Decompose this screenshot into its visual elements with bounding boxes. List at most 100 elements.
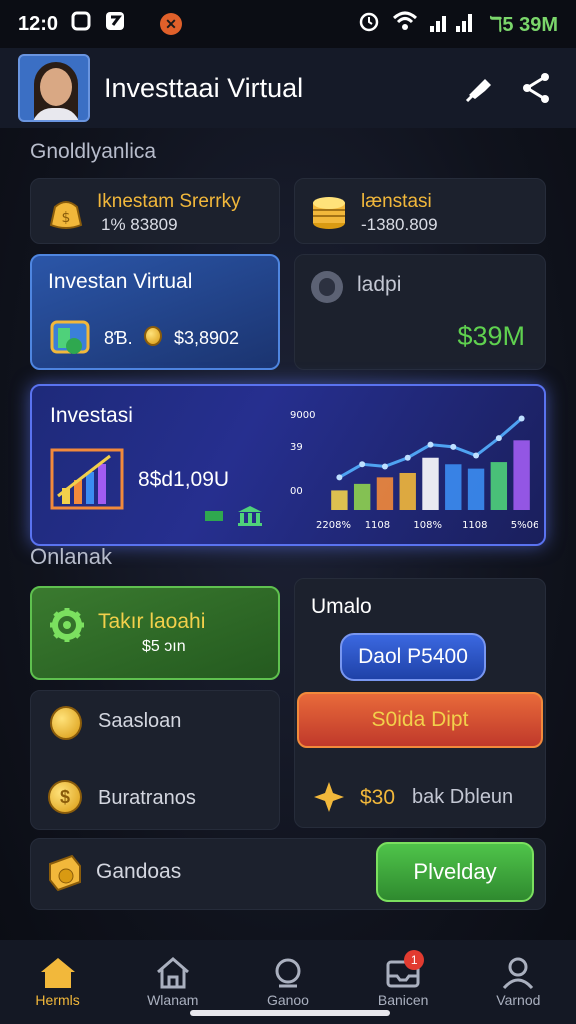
alarm-icon [358, 10, 380, 38]
nav-label: Hermls [35, 992, 80, 1008]
nav-item-ganoo[interactable]: Ganoo [243, 954, 333, 1008]
house-icon [153, 954, 193, 992]
chart-bar [467, 468, 485, 510]
page-title: Investtaai Virtual [104, 72, 304, 103]
nav-item-varnod[interactable]: Varnod [473, 954, 563, 1008]
coin-stack-icon [311, 193, 347, 231]
chart-bar [513, 440, 530, 510]
card-takir[interactable]: Takır laoahi $5 ɔın [30, 586, 280, 680]
card-title: Investasi [50, 404, 133, 427]
chart-bar [376, 477, 394, 510]
chart-point [404, 454, 411, 461]
y-tick-label: 00 [290, 486, 303, 497]
card-title: Iknestam Srerrky [97, 191, 241, 212]
card-title: Investan Virtual [48, 270, 193, 293]
chart-point [359, 461, 366, 468]
chart-point [450, 443, 457, 450]
plvelday-button[interactable]: Plvelday [376, 842, 534, 902]
x-tick-label: 5%06 [511, 520, 538, 531]
home-icon [38, 954, 78, 992]
wifi-icon [392, 10, 418, 38]
section-title: Gnoldlyanlica [30, 140, 157, 163]
chart-point [473, 452, 480, 459]
card-title: Umalo [311, 595, 372, 618]
chart-bar [331, 490, 348, 510]
x-tick-label: 2208% [316, 520, 351, 531]
list-item[interactable]: Buratranos [98, 787, 196, 810]
card-amount: 8Ɓ. [104, 328, 133, 348]
nav-label: Banicen [377, 992, 429, 1008]
chart-bar [490, 462, 508, 510]
nav-label: Ganoo [266, 992, 309, 1008]
x-tick-label: 108% [413, 520, 442, 531]
list-item[interactable]: bak Dbleun [412, 786, 513, 809]
card-title: lænstasi [361, 191, 432, 212]
nav-item-banicen[interactable]: 1 Banicen [358, 950, 448, 1008]
gear-icon [48, 606, 86, 644]
status-battery-text: ℸ5 39M [489, 13, 558, 36]
money-icon [204, 508, 224, 524]
x-tick-label: 1108 [462, 520, 487, 531]
message-icon [104, 10, 126, 38]
wallet-icon [50, 316, 92, 358]
notification-icon [70, 10, 92, 38]
avatar[interactable] [18, 54, 90, 122]
chart-bar [399, 472, 416, 510]
svg-text:$: $ [62, 210, 71, 226]
card-virtual[interactable]: Investan Virtual 8Ɓ. $3,8902 [30, 254, 280, 370]
nav-label: Wlanam [147, 992, 199, 1008]
card-sterky[interactable]: $ Iknestam Srerrky 1% 83809 [30, 178, 280, 244]
card-value: 8$d1,09U [138, 468, 230, 491]
share-icon[interactable] [514, 66, 558, 110]
chart-growth-icon [50, 448, 124, 510]
status-time: 12:0 [18, 12, 59, 35]
bank-icon [236, 504, 264, 526]
card-value: $39M [457, 321, 525, 351]
chart-point [381, 463, 388, 470]
card-title: ladpi [357, 273, 402, 296]
daol-button[interactable]: Daol P5400 [340, 633, 486, 681]
list-item-amount: $30 [360, 786, 396, 809]
card-value: $3,8902 [174, 328, 240, 348]
bar-chart: 9000 39 00 2208% 1108 108% 1108 5%06 [290, 410, 538, 531]
chart-bar [445, 464, 462, 510]
search-icon [268, 954, 308, 992]
chart-bar [422, 457, 439, 510]
y-tick-label: 39 [290, 442, 303, 453]
soida-button[interactable]: S0ida Dipt [297, 692, 543, 748]
chart-point [518, 415, 525, 422]
card-value: 1% 83809 [101, 215, 178, 234]
card-ladpi[interactable]: ladpi $39M [294, 254, 546, 370]
nav-item-home[interactable]: Hermls [13, 954, 103, 1008]
coin-icon [50, 706, 82, 740]
chart-point [427, 441, 434, 448]
x-tick-label: 1108 [365, 520, 390, 531]
dollar-coin-icon: $ [48, 780, 82, 814]
section-title: Onlanak [30, 544, 112, 569]
user-icon [498, 954, 538, 992]
list-item: Gandoas [96, 860, 182, 883]
gold-bag-icon: $ [47, 193, 85, 231]
chart-bar [353, 483, 371, 510]
chart-point [495, 435, 502, 442]
y-tick-label: 9000 [290, 410, 315, 421]
signal-icon [429, 10, 478, 38]
nav-item-wlanam[interactable]: Wlanam [128, 954, 218, 1008]
coin-icon [144, 326, 162, 346]
pin-icon[interactable] [458, 66, 502, 110]
card-value: -1380.809 [361, 215, 438, 234]
toggle-icon [311, 271, 343, 303]
card-investasi-chart[interactable]: Investasi 8$d1,09U 9000 39 00 2208% 1108 108%… [30, 384, 546, 546]
card-title: Takır laoahi [98, 610, 206, 633]
nav-label: Varnod [496, 992, 541, 1008]
app-notification-icon: ✕ [160, 13, 183, 35]
app-bar: Investtaai Virtual [0, 48, 576, 128]
card-lenstasi[interactable]: lænstasi -1380.809 [294, 178, 546, 244]
gold-box-icon [46, 852, 84, 892]
star-icon [312, 780, 346, 814]
home-indicator [190, 1010, 390, 1016]
status-bar: 12:0 ✕ ℸ5 39M [0, 0, 576, 48]
card-value: $5 ɔın [142, 638, 186, 655]
chart-point [336, 474, 343, 481]
list-item[interactable]: Saasloan [98, 710, 181, 733]
